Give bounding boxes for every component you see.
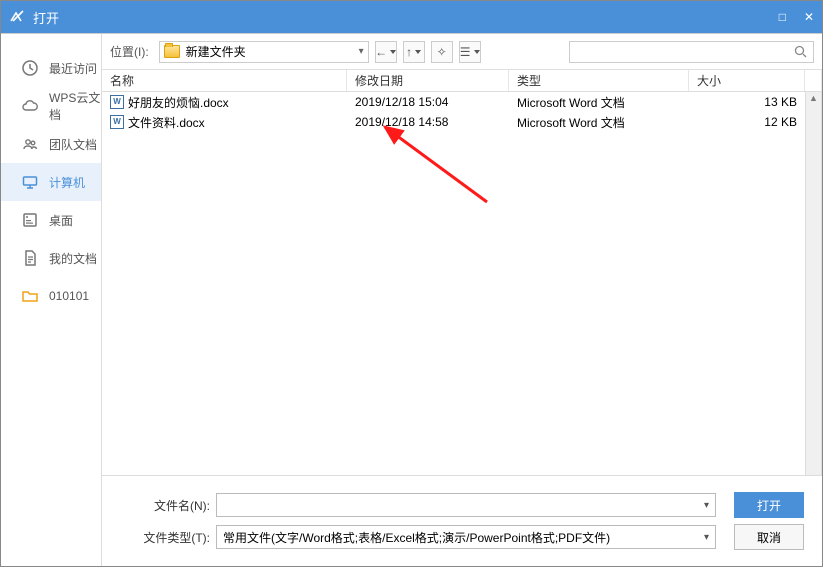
open-button[interactable]: 打开 [734, 492, 804, 518]
sidebar: 最近访问 WPS云文档 团队文档 计算机 桌面 我的文档 [1, 34, 102, 566]
file-date: 2019/12/18 14:58 [347, 114, 509, 130]
search-input[interactable] [576, 45, 794, 59]
sidebar-item-label: 010101 [49, 289, 89, 303]
sidebar-item-label: 我的文档 [49, 250, 97, 267]
annotation-arrow-icon [377, 122, 497, 212]
search-icon [794, 45, 807, 58]
open-dialog: 打开 □ ✕ 最近访问 WPS云文档 团队文档 计算机 [0, 0, 823, 567]
file-list: W 好朋友的烦恼.docx 2019/12/18 15:04 Microsoft … [102, 92, 822, 475]
column-headers: 名称 修改日期 类型 大小 [102, 70, 822, 92]
sidebar-item-desktop[interactable]: 桌面 [1, 201, 101, 239]
sidebar-item-mydocs[interactable]: 我的文档 [1, 239, 101, 277]
filename-label: 文件名(N): [136, 497, 210, 514]
cloud-icon [21, 97, 39, 115]
toolbar: 位置(I): 新建文件夹 ▾ ← ↑ ✧ ☰ [102, 34, 822, 70]
new-folder-button[interactable]: ✧ [431, 41, 453, 63]
document-icon [21, 249, 39, 267]
folder-icon [164, 45, 180, 58]
close-button[interactable]: ✕ [804, 10, 814, 24]
maximize-button[interactable]: □ [779, 10, 786, 24]
file-type: Microsoft Word 文档 [509, 113, 689, 132]
sidebar-item-label: WPS云文档 [49, 89, 101, 123]
desktop-icon [21, 211, 39, 229]
file-name: 文件资料.docx [128, 114, 205, 131]
footer: 文件名(N): ▾ 打开 文件类型(T): 常用文件(文字/Word格式;表格/… [102, 475, 822, 566]
sidebar-item-cloud[interactable]: WPS云文档 [1, 87, 101, 125]
location-value: 新建文件夹 [186, 43, 246, 60]
location-dropdown[interactable]: 新建文件夹 ▾ [159, 41, 369, 63]
sidebar-item-label: 最近访问 [49, 60, 97, 77]
header-size[interactable]: 大小 [689, 70, 805, 91]
cancel-button[interactable]: 取消 [734, 524, 804, 550]
sidebar-item-computer[interactable]: 计算机 [1, 163, 101, 201]
file-row[interactable]: W 好朋友的烦恼.docx 2019/12/18 15:04 Microsoft … [102, 92, 821, 112]
word-file-icon: W [110, 95, 124, 109]
sidebar-item-team[interactable]: 团队文档 [1, 125, 101, 163]
file-row[interactable]: W 文件资料.docx 2019/12/18 14:58 Microsoft Wo… [102, 112, 821, 132]
folder-icon [21, 287, 39, 305]
header-type[interactable]: 类型 [509, 70, 689, 91]
chevron-down-icon: ▾ [704, 500, 709, 511]
filename-input[interactable]: ▾ [216, 493, 716, 517]
filetype-dropdown[interactable]: 常用文件(文字/Word格式;表格/Excel格式;演示/PowerPoint格… [216, 525, 716, 549]
titlebar: 打开 □ ✕ [1, 1, 822, 33]
sidebar-item-label: 团队文档 [49, 136, 97, 153]
window-controls: □ ✕ [779, 10, 814, 24]
location-label: 位置(I): [110, 43, 149, 60]
back-button[interactable]: ← [375, 41, 397, 63]
view-button[interactable]: ☰ [459, 41, 481, 63]
header-date[interactable]: 修改日期 [347, 70, 509, 91]
chevron-down-icon: ▾ [359, 46, 364, 57]
file-size: 13 KB [689, 94, 805, 110]
chevron-down-icon: ▾ [704, 532, 709, 543]
filetype-label: 文件类型(T): [136, 529, 210, 546]
computer-icon [21, 173, 39, 191]
scrollbar[interactable] [805, 92, 821, 475]
app-logo-icon [9, 9, 25, 25]
header-name[interactable]: 名称 [102, 70, 347, 91]
sidebar-item-label: 计算机 [49, 174, 85, 191]
sidebar-item-recent[interactable]: 最近访问 [1, 49, 101, 87]
search-box[interactable] [569, 41, 814, 63]
file-date: 2019/12/18 15:04 [347, 94, 509, 110]
word-file-icon: W [110, 115, 124, 129]
team-icon [21, 135, 39, 153]
sidebar-item-label: 桌面 [49, 212, 73, 229]
clock-icon [21, 59, 39, 77]
filetype-value: 常用文件(文字/Word格式;表格/Excel格式;演示/PowerPoint格… [223, 529, 610, 546]
up-button[interactable]: ↑ [403, 41, 425, 63]
main-panel: 位置(I): 新建文件夹 ▾ ← ↑ ✧ ☰ 名称 修改日期 [102, 34, 822, 566]
file-name: 好朋友的烦恼.docx [128, 94, 229, 111]
file-type: Microsoft Word 文档 [509, 93, 689, 112]
window-title: 打开 [33, 8, 779, 27]
sidebar-item-folder[interactable]: 010101 [1, 277, 101, 315]
file-size: 12 KB [689, 114, 805, 130]
